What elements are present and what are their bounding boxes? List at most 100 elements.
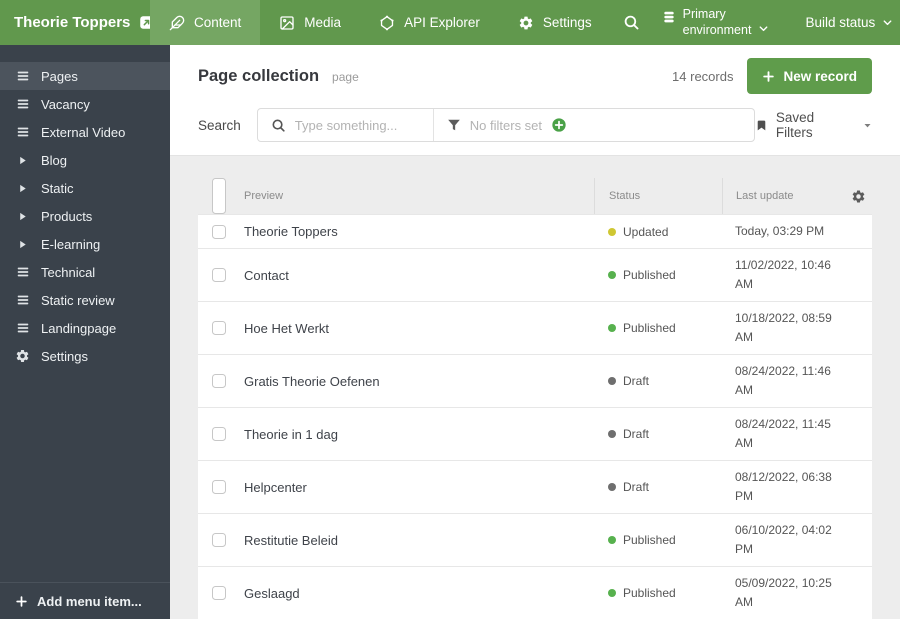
- sidebar-item-pages[interactable]: Pages: [0, 62, 170, 90]
- last-update-text: 08/12/2022, 06:38 PM: [735, 470, 832, 503]
- row-preview-text: Contact: [244, 267, 289, 283]
- sidebar-item-static[interactable]: Static: [0, 174, 170, 202]
- sidebar-item-label: Blog: [41, 152, 68, 168]
- status-badge: Published: [623, 321, 676, 335]
- sidebar-item-vacancy[interactable]: Vacancy: [0, 90, 170, 118]
- sidebar-item-label: Products: [41, 208, 93, 224]
- table-row[interactable]: Contact Published 11/02/2022, 10:46 AM: [198, 249, 872, 302]
- row-preview-text: Gratis Theorie Oefenen: [244, 373, 380, 389]
- sidebar: Pages Vacancy External Video Blog Static Prod…: [0, 45, 170, 619]
- status-badge: Draft: [623, 480, 650, 494]
- status-dot: [608, 377, 616, 385]
- add-menu-item-button[interactable]: Add menu item...: [0, 582, 170, 619]
- last-update-text: 08/24/2022, 11:46 AM: [735, 364, 831, 397]
- row-checkbox[interactable]: [212, 268, 226, 282]
- saved-filters-dropdown[interactable]: Saved Filters: [755, 110, 872, 140]
- chevron-down-icon: [758, 23, 769, 34]
- status-badge: Draft: [623, 427, 650, 441]
- table-row[interactable]: Helpcenter Draft 08/12/2022, 06:38 PM: [198, 461, 872, 514]
- primary-nav-tabs: Content Media API Explorer Settings: [150, 0, 611, 45]
- sidebar-item-label: Static review: [41, 292, 115, 308]
- gear-icon: [518, 15, 534, 31]
- status-badge: Updated: [623, 224, 669, 239]
- records-count: 14 records: [672, 68, 734, 84]
- row-checkbox[interactable]: [212, 480, 226, 494]
- last-update-text: 05/09/2022, 10:25 AM: [735, 576, 832, 609]
- sidebar-item-e-learning[interactable]: E-learning: [0, 230, 170, 258]
- sidebar-item-label: Landingpage: [41, 320, 117, 336]
- row-checkbox[interactable]: [212, 586, 226, 600]
- row-checkbox[interactable]: [212, 533, 226, 547]
- caret-right-icon: [15, 183, 30, 194]
- list-icon: [15, 321, 30, 335]
- sidebar-item-static-review[interactable]: Static review: [0, 286, 170, 314]
- sidebar-item-label: External Video: [41, 124, 126, 140]
- table-row[interactable]: Restitutie Beleid Published 06/10/2022, 04…: [198, 514, 872, 567]
- api-icon: [379, 15, 395, 31]
- nav-tab-settings[interactable]: Settings: [499, 0, 611, 45]
- filter-funnel-icon: [447, 118, 461, 132]
- search-input[interactable]: [294, 117, 415, 133]
- add-filter-icon[interactable]: [551, 117, 567, 133]
- sidebar-item-external-video[interactable]: External Video: [0, 118, 170, 146]
- status-badge: Published: [623, 533, 676, 547]
- sidebar-item-blog[interactable]: Blog: [0, 146, 170, 174]
- row-checkbox-cell: [198, 480, 244, 494]
- sidebar-item-label: Static: [41, 180, 74, 196]
- column-header-status[interactable]: Status: [594, 178, 722, 214]
- table-body: Theorie Toppers Updated Today, 03:29 PM Con…: [198, 214, 872, 619]
- last-update-text: Today, 03:29 PM: [735, 224, 825, 238]
- nav-tab-media[interactable]: Media: [260, 0, 360, 45]
- status-dot: [608, 271, 616, 279]
- table-header: Preview Status Last update: [198, 178, 872, 214]
- table-row[interactable]: Hoe Het Werkt Published 10/18/2022, 08:59 …: [198, 302, 872, 355]
- status-dot: [608, 589, 616, 597]
- status-dot: [608, 324, 616, 332]
- sidebar-item-products[interactable]: Products: [0, 202, 170, 230]
- nav-tab-content[interactable]: Content: [150, 0, 261, 45]
- last-update-text: 11/02/2022, 10:46 AM: [735, 258, 831, 291]
- row-preview-text: Helpcenter: [244, 479, 307, 495]
- column-header-last-update[interactable]: Last update: [722, 178, 844, 214]
- brand[interactable]: Theorie Toppers: [0, 0, 154, 45]
- list-icon: [15, 125, 30, 139]
- sidebar-item-landingpage[interactable]: Landingpage: [0, 314, 170, 342]
- table-row[interactable]: Gratis Theorie Oefenen Draft 08/24/2022, 1…: [198, 355, 872, 408]
- top-navbar: Theorie Toppers Content Media API Explorer…: [0, 0, 900, 45]
- gear-icon: [15, 348, 30, 364]
- last-update-text: 06/10/2022, 04:02 PM: [735, 523, 832, 556]
- column-header-preview[interactable]: Preview: [244, 178, 594, 214]
- sidebar-item-label: Pages: [41, 68, 78, 84]
- sidebar-item-technical[interactable]: Technical: [0, 258, 170, 286]
- select-all-checkbox[interactable]: [212, 178, 226, 214]
- search-icon[interactable]: [611, 14, 652, 31]
- sidebar-item-label: Settings: [41, 348, 88, 364]
- database-icon: [662, 10, 676, 24]
- filters-area[interactable]: No filters set: [432, 109, 754, 141]
- build-status-dropdown[interactable]: Build status: [779, 15, 900, 30]
- new-record-button[interactable]: New record: [747, 58, 872, 94]
- table-area: Preview Status Last update Theorie Toppe…: [170, 156, 900, 619]
- status-badge: Draft: [623, 374, 650, 388]
- row-checkbox[interactable]: [212, 224, 226, 239]
- row-checkbox[interactable]: [212, 427, 226, 441]
- table-row[interactable]: Theorie Toppers Updated Today, 03:29 PM: [198, 214, 872, 249]
- table-settings-icon[interactable]: [851, 178, 866, 214]
- environment-selector[interactable]: Primary environment: [652, 7, 780, 38]
- nav-tab-label: Media: [304, 15, 342, 30]
- chevron-down-icon: [863, 121, 872, 130]
- list-icon: [15, 293, 30, 307]
- sidebar-item-settings[interactable]: Settings: [0, 342, 170, 370]
- search-field[interactable]: [258, 109, 433, 141]
- nav-tab-api-explorer[interactable]: API Explorer: [360, 0, 499, 45]
- search-label: Search: [198, 117, 241, 133]
- row-checkbox[interactable]: [212, 374, 226, 388]
- row-preview-text: Restitutie Beleid: [244, 532, 338, 548]
- table-row[interactable]: Theorie in 1 dag Draft 08/24/2022, 11:45 A…: [198, 408, 872, 461]
- table-row[interactable]: Geslaagd Published 05/09/2022, 10:25 AM: [198, 567, 872, 619]
- main-content: Page collection page 14 records New reco…: [170, 45, 900, 619]
- feather-icon: [169, 15, 185, 31]
- row-preview-text: Theorie in 1 dag: [244, 426, 338, 442]
- row-checkbox[interactable]: [212, 321, 226, 335]
- sidebar-item-label: Vacancy: [41, 96, 90, 112]
